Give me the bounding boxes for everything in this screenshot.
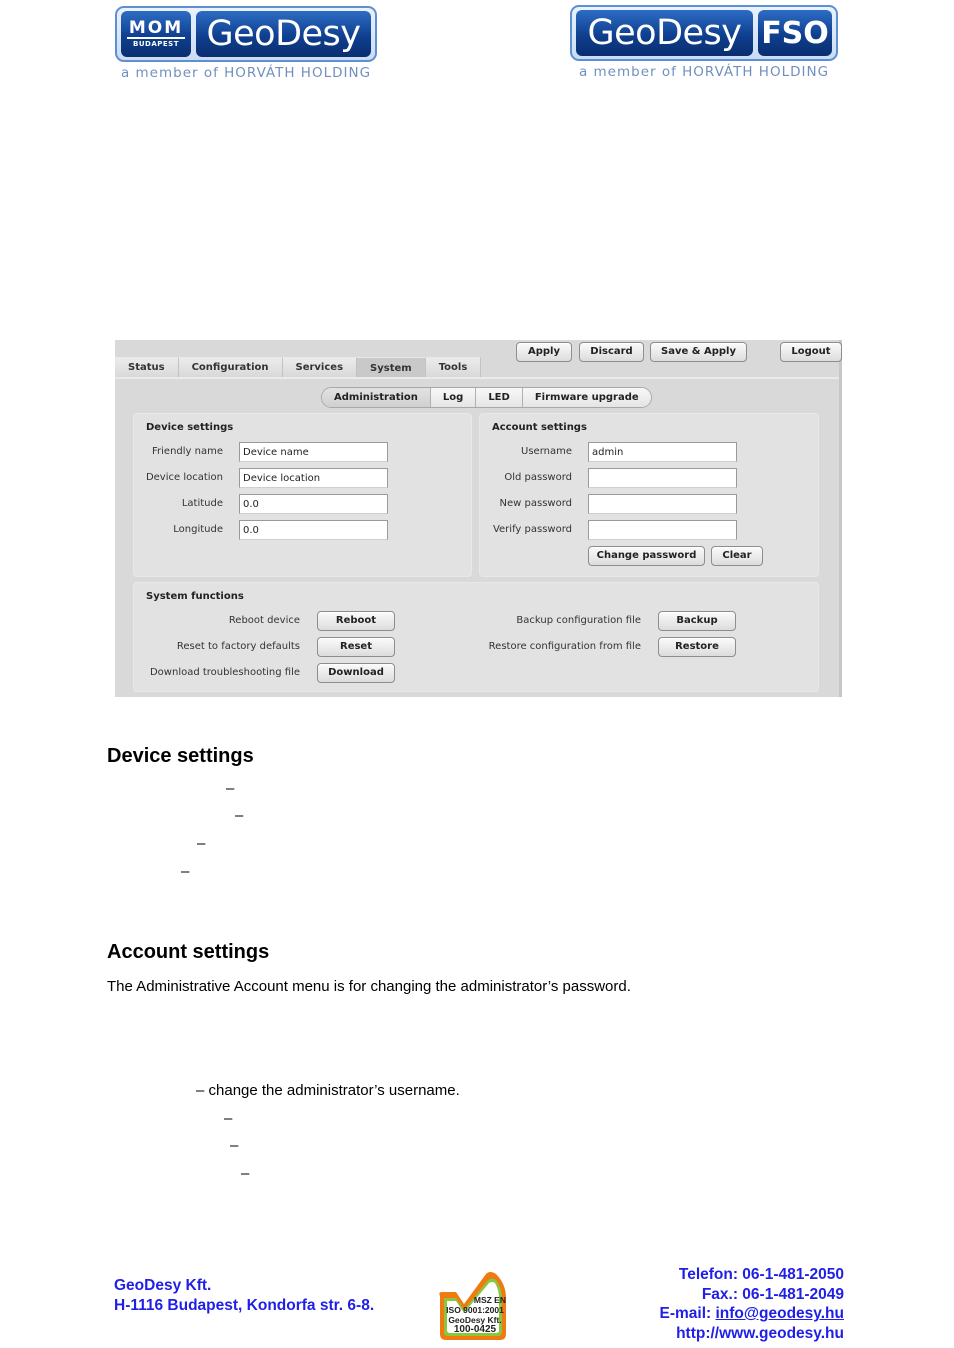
latitude-input[interactable] (239, 494, 388, 514)
longitude-label: Longitude (173, 524, 223, 535)
username-input[interactable] (588, 442, 737, 462)
phone-number: Telefon: 06-1-481-2050 (678, 1266, 844, 1283)
logo-brand-text: GeoDesy (196, 11, 371, 57)
subtab-log[interactable]: Log (430, 388, 477, 407)
list-dash: – (230, 1137, 239, 1154)
download-troubleshooting-label: Download troubleshooting file (149, 667, 300, 678)
reboot-device-label: Reboot device (228, 615, 300, 626)
mom-geodesy-logo: MOM BUDAPEST GeoDesy a member of HORVÁTH… (115, 6, 377, 81)
download-button[interactable]: Download (317, 663, 395, 683)
system-functions-panel: System functions Reboot device Reboot Re… (133, 582, 819, 692)
geodesy-fso-logo: GeoDesy FSO a member of HORVÁTH HOLDING (570, 5, 838, 80)
system-subtabs: Administration Log LED Firmware upgrade (321, 387, 652, 408)
logo-brand-text: GeoDesy (576, 10, 753, 56)
tabbar-divider (115, 377, 839, 379)
reboot-button[interactable]: Reboot (317, 611, 395, 631)
restore-config-label: Restore configuration from file (488, 641, 641, 652)
list-dash: – (235, 807, 244, 824)
website-url[interactable]: http://www.geodesy.hu (660, 1324, 844, 1344)
device-location-label: Device location (145, 472, 223, 483)
restore-button[interactable]: Restore (658, 637, 736, 657)
verify-password-input[interactable] (588, 520, 737, 540)
mom-budapest-mark: MOM BUDAPEST (121, 11, 191, 57)
footer-address-block: GeoDesy Kft. H-1116 Budapest, Kondorfa s… (114, 1276, 374, 1316)
list-dash: – (241, 1165, 250, 1182)
device-settings-heading: Device settings (107, 745, 254, 767)
list-dash: – (181, 863, 190, 880)
discard-button[interactable]: Discard (579, 342, 644, 362)
admin-ui-screenshot: Status Configuration Services System Too… (115, 340, 842, 697)
clear-button[interactable]: Clear (711, 546, 763, 566)
latitude-label: Latitude (181, 498, 223, 509)
list-dash: – (224, 1110, 233, 1127)
list-dash: – (226, 780, 235, 797)
old-password-input[interactable] (588, 468, 737, 488)
username-description: – change the administrator’s username. (196, 1082, 460, 1099)
reset-defaults-label: Reset to factory defaults (176, 641, 300, 652)
subtab-firmware-upgrade[interactable]: Firmware upgrade (522, 388, 651, 407)
fax-number: Fax.: 06-1-481-2049 (701, 1285, 844, 1303)
friendly-name-label: Friendly name (152, 446, 223, 457)
account-settings-heading: Account settings (107, 941, 270, 963)
friendly-name-input[interactable] (239, 442, 388, 462)
account-settings-panel: Account settings Username Old password N… (479, 413, 819, 577)
username-label: Username (521, 446, 572, 457)
system-functions-title: System functions (146, 591, 244, 602)
new-password-label: New password (499, 498, 572, 509)
old-password-label: Old password (504, 472, 572, 483)
device-location-input[interactable] (239, 468, 388, 488)
subtab-led[interactable]: LED (476, 388, 523, 407)
iso-certification-badge: MSZ EN ISO 9001:2001 GeoDesy Kft. 100-04… (434, 1268, 512, 1344)
logo-tagline: a member of HORVÁTH HOLDING (578, 64, 830, 80)
save-apply-button[interactable]: Save & Apply (650, 342, 747, 362)
subtab-administration[interactable]: Administration (322, 388, 431, 407)
device-settings-title: Device settings (146, 422, 234, 433)
iso-text: MSZ EN ISO 9001:2001 GeoDesy Kft. 100-04… (446, 1295, 506, 1335)
logo-tagline: a member of HORVÁTH HOLDING (120, 65, 372, 81)
verify-password-label: Verify password (492, 524, 572, 535)
logout-button[interactable]: Logout (780, 342, 842, 362)
device-settings-panel: Device settings Friendly name Device loc… (133, 413, 472, 577)
email-link[interactable]: info@geodesy.hu (716, 1305, 845, 1322)
logo-fso-mark: FSO (758, 10, 832, 56)
action-toolbar: Apply Discard Save & Apply Logout (115, 342, 842, 364)
list-dash: – (197, 835, 206, 852)
apply-button[interactable]: Apply (516, 342, 572, 362)
company-address: H-1116 Budapest, Kondorfa str. 6-8. (114, 1297, 375, 1314)
email-line: E-mail: info@geodesy.hu (659, 1305, 845, 1322)
account-settings-title: Account settings (492, 422, 587, 433)
new-password-input[interactable] (588, 494, 737, 514)
reset-button[interactable]: Reset (317, 637, 395, 657)
footer-contact-block: Telefon: 06-1-481-2050 Fax.: 06-1-481-20… (660, 1265, 844, 1343)
longitude-input[interactable] (239, 520, 388, 540)
account-intro-text: The Administrative Account menu is for c… (107, 978, 631, 995)
backup-button[interactable]: Backup (658, 611, 736, 631)
backup-config-label: Backup configuration file (516, 615, 641, 626)
company-name: GeoDesy Kft. (114, 1277, 212, 1294)
change-password-button[interactable]: Change password (588, 546, 705, 566)
